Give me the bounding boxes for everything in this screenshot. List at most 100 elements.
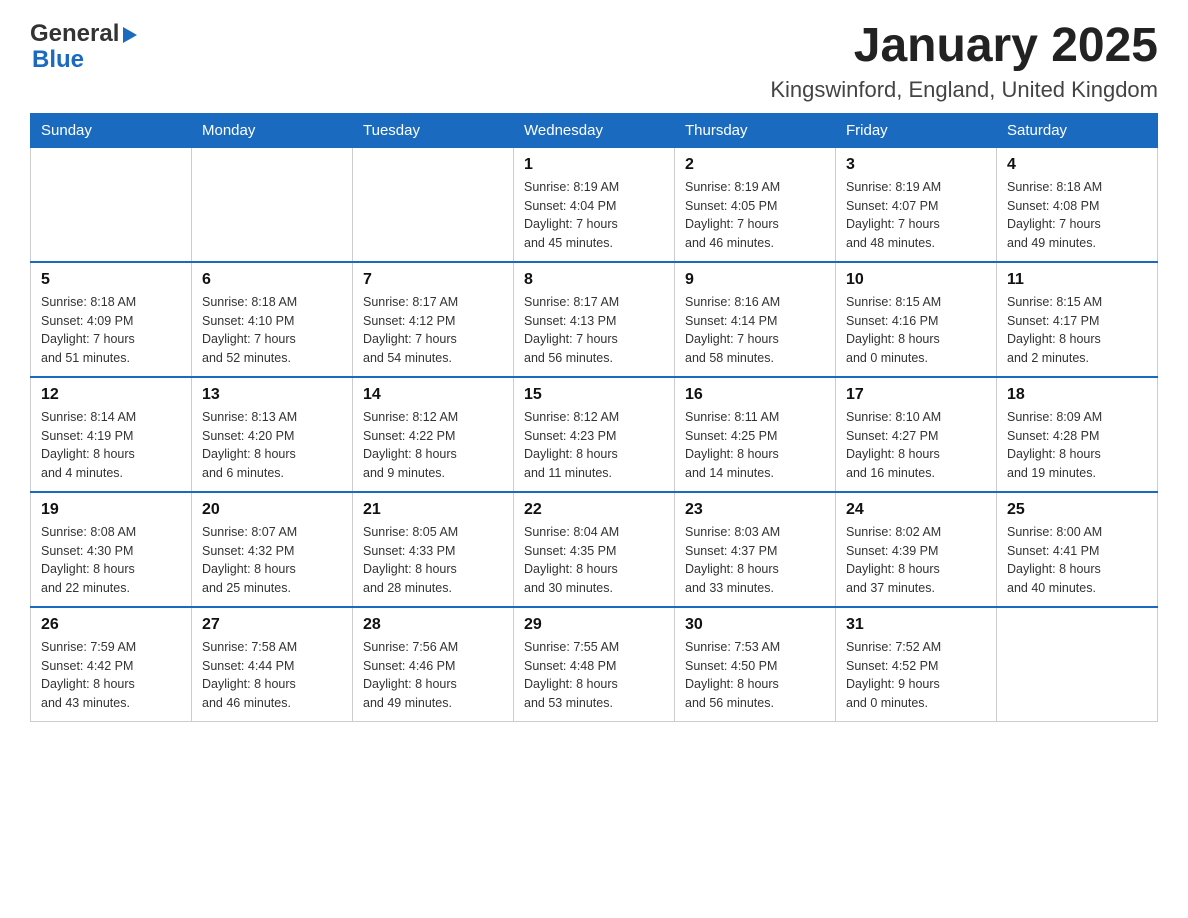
col-saturday: Saturday	[997, 113, 1158, 147]
calendar-cell-w1-d5: 2 Sunrise: 8:19 AM Sunset: 4:05 PM Daylig…	[675, 147, 836, 262]
month-year-title: January 2025	[770, 20, 1158, 73]
day-info: Sunrise: 8:04 AM Sunset: 4:35 PM Dayligh…	[524, 523, 664, 598]
day-info: Sunrise: 8:00 AM Sunset: 4:41 PM Dayligh…	[1007, 523, 1147, 598]
day-number: 1	[524, 156, 664, 174]
calendar-cell-w2-d5: 9 Sunrise: 8:16 AM Sunset: 4:14 PM Daylig…	[675, 262, 836, 377]
calendar-cell-w2-d2: 6Sunrise: 8:18 AM Sunset: 4:10 PM Daylig…	[192, 262, 353, 377]
calendar-cell-w4-d7: 25 Sunrise: 8:00 AM Sunset: 4:41 PM Dayli…	[997, 492, 1158, 607]
day-number: 10	[846, 271, 986, 289]
calendar-cell-w2-d3: 7 Sunrise: 8:17 AM Sunset: 4:12 PM Daylig…	[353, 262, 514, 377]
calendar-cell-w5-d1: 26 Sunrise: 7:59 AM Sunset: 4:42 PM Dayli…	[31, 607, 192, 722]
day-number: 5	[41, 271, 181, 289]
calendar-cell-w1-d1	[31, 147, 192, 262]
day-number: 7	[363, 271, 503, 289]
page-header: General Blue January 2025 Kingswinford, …	[30, 20, 1158, 103]
day-number: 24	[846, 501, 986, 519]
calendar-cell-w3-d1: 12Sunrise: 8:14 AM Sunset: 4:19 PM Dayli…	[31, 377, 192, 492]
day-number: 23	[685, 501, 825, 519]
day-info: Sunrise: 8:19 AM Sunset: 4:07 PM Dayligh…	[846, 178, 986, 253]
calendar-cell-w1-d3	[353, 147, 514, 262]
week-row-1: 1 Sunrise: 8:19 AM Sunset: 4:04 PM Daylig…	[31, 147, 1158, 262]
calendar-header-row: Sunday Monday Tuesday Wednesday Thursday…	[31, 113, 1158, 147]
week-row-4: 19Sunrise: 8:08 AM Sunset: 4:30 PM Dayli…	[31, 492, 1158, 607]
calendar-cell-w2-d7: 11 Sunrise: 8:15 AM Sunset: 4:17 PM Dayli…	[997, 262, 1158, 377]
calendar-cell-w3-d4: 15 Sunrise: 8:12 AM Sunset: 4:23 PM Dayli…	[514, 377, 675, 492]
col-wednesday: Wednesday	[514, 113, 675, 147]
calendar-cell-w3-d5: 16 Sunrise: 8:11 AM Sunset: 4:25 PM Dayli…	[675, 377, 836, 492]
logo-arrow-icon	[121, 25, 141, 45]
day-info: Sunrise: 8:17 AM Sunset: 4:12 PM Dayligh…	[363, 293, 503, 368]
logo-general-text: General	[30, 20, 119, 48]
day-number: 26	[41, 616, 181, 634]
day-info: Sunrise: 8:05 AM Sunset: 4:33 PM Dayligh…	[363, 523, 503, 598]
day-number: 31	[846, 616, 986, 634]
calendar-cell-w4-d6: 24Sunrise: 8:02 AM Sunset: 4:39 PM Dayli…	[836, 492, 997, 607]
col-monday: Monday	[192, 113, 353, 147]
day-number: 20	[202, 501, 342, 519]
col-thursday: Thursday	[675, 113, 836, 147]
day-info: Sunrise: 7:56 AM Sunset: 4:46 PM Dayligh…	[363, 638, 503, 713]
day-number: 3	[846, 156, 986, 174]
calendar-cell-w4-d4: 22 Sunrise: 8:04 AM Sunset: 4:35 PM Dayli…	[514, 492, 675, 607]
day-number: 8	[524, 271, 664, 289]
day-number: 30	[685, 616, 825, 634]
day-info: Sunrise: 8:19 AM Sunset: 4:04 PM Dayligh…	[524, 178, 664, 253]
day-info: Sunrise: 7:59 AM Sunset: 4:42 PM Dayligh…	[41, 638, 181, 713]
day-info: Sunrise: 8:18 AM Sunset: 4:09 PM Dayligh…	[41, 293, 181, 368]
day-info: Sunrise: 8:17 AM Sunset: 4:13 PM Dayligh…	[524, 293, 664, 368]
day-info: Sunrise: 8:19 AM Sunset: 4:05 PM Dayligh…	[685, 178, 825, 253]
week-row-3: 12Sunrise: 8:14 AM Sunset: 4:19 PM Dayli…	[31, 377, 1158, 492]
day-number: 25	[1007, 501, 1147, 519]
day-number: 9	[685, 271, 825, 289]
day-info: Sunrise: 7:58 AM Sunset: 4:44 PM Dayligh…	[202, 638, 342, 713]
calendar-cell-w5-d2: 27 Sunrise: 7:58 AM Sunset: 4:44 PM Dayli…	[192, 607, 353, 722]
day-info: Sunrise: 8:18 AM Sunset: 4:08 PM Dayligh…	[1007, 178, 1147, 253]
day-number: 11	[1007, 271, 1147, 289]
day-number: 15	[524, 386, 664, 404]
day-info: Sunrise: 7:53 AM Sunset: 4:50 PM Dayligh…	[685, 638, 825, 713]
calendar-cell-w4-d2: 20 Sunrise: 8:07 AM Sunset: 4:32 PM Dayli…	[192, 492, 353, 607]
title-section: January 2025 Kingswinford, England, Unit…	[770, 20, 1158, 103]
day-info: Sunrise: 8:12 AM Sunset: 4:23 PM Dayligh…	[524, 408, 664, 483]
day-info: Sunrise: 8:15 AM Sunset: 4:16 PM Dayligh…	[846, 293, 986, 368]
day-number: 16	[685, 386, 825, 404]
day-info: Sunrise: 8:18 AM Sunset: 4:10 PM Dayligh…	[202, 293, 342, 368]
day-info: Sunrise: 7:52 AM Sunset: 4:52 PM Dayligh…	[846, 638, 986, 713]
calendar-cell-w5-d5: 30 Sunrise: 7:53 AM Sunset: 4:50 PM Dayli…	[675, 607, 836, 722]
day-info: Sunrise: 8:09 AM Sunset: 4:28 PM Dayligh…	[1007, 408, 1147, 483]
day-info: Sunrise: 8:08 AM Sunset: 4:30 PM Dayligh…	[41, 523, 181, 598]
day-number: 29	[524, 616, 664, 634]
col-friday: Friday	[836, 113, 997, 147]
day-info: Sunrise: 8:10 AM Sunset: 4:27 PM Dayligh…	[846, 408, 986, 483]
day-info: Sunrise: 8:14 AM Sunset: 4:19 PM Dayligh…	[41, 408, 181, 483]
calendar-cell-w3-d3: 14 Sunrise: 8:12 AM Sunset: 4:22 PM Dayli…	[353, 377, 514, 492]
day-info: Sunrise: 8:11 AM Sunset: 4:25 PM Dayligh…	[685, 408, 825, 483]
calendar-cell-w5-d7	[997, 607, 1158, 722]
day-number: 13	[202, 386, 342, 404]
calendar-cell-w4-d5: 23Sunrise: 8:03 AM Sunset: 4:37 PM Dayli…	[675, 492, 836, 607]
week-row-2: 5 Sunrise: 8:18 AM Sunset: 4:09 PM Daylig…	[31, 262, 1158, 377]
calendar-cell-w4-d3: 21 Sunrise: 8:05 AM Sunset: 4:33 PM Dayli…	[353, 492, 514, 607]
day-number: 21	[363, 501, 503, 519]
day-number: 22	[524, 501, 664, 519]
day-info: Sunrise: 8:15 AM Sunset: 4:17 PM Dayligh…	[1007, 293, 1147, 368]
calendar-cell-w1-d2	[192, 147, 353, 262]
calendar-cell-w1-d7: 4Sunrise: 8:18 AM Sunset: 4:08 PM Daylig…	[997, 147, 1158, 262]
day-info: Sunrise: 8:07 AM Sunset: 4:32 PM Dayligh…	[202, 523, 342, 598]
calendar-cell-w4-d1: 19Sunrise: 8:08 AM Sunset: 4:30 PM Dayli…	[31, 492, 192, 607]
logo-blue-text: Blue	[32, 46, 84, 74]
calendar-table: Sunday Monday Tuesday Wednesday Thursday…	[30, 113, 1158, 722]
day-info: Sunrise: 8:16 AM Sunset: 4:14 PM Dayligh…	[685, 293, 825, 368]
day-number: 14	[363, 386, 503, 404]
day-info: Sunrise: 8:12 AM Sunset: 4:22 PM Dayligh…	[363, 408, 503, 483]
day-number: 18	[1007, 386, 1147, 404]
calendar-cell-w3-d2: 13Sunrise: 8:13 AM Sunset: 4:20 PM Dayli…	[192, 377, 353, 492]
day-number: 2	[685, 156, 825, 174]
logo: General Blue	[30, 20, 141, 74]
day-number: 27	[202, 616, 342, 634]
calendar-cell-w2-d4: 8 Sunrise: 8:17 AM Sunset: 4:13 PM Daylig…	[514, 262, 675, 377]
col-sunday: Sunday	[31, 113, 192, 147]
col-tuesday: Tuesday	[353, 113, 514, 147]
day-number: 17	[846, 386, 986, 404]
day-info: Sunrise: 7:55 AM Sunset: 4:48 PM Dayligh…	[524, 638, 664, 713]
